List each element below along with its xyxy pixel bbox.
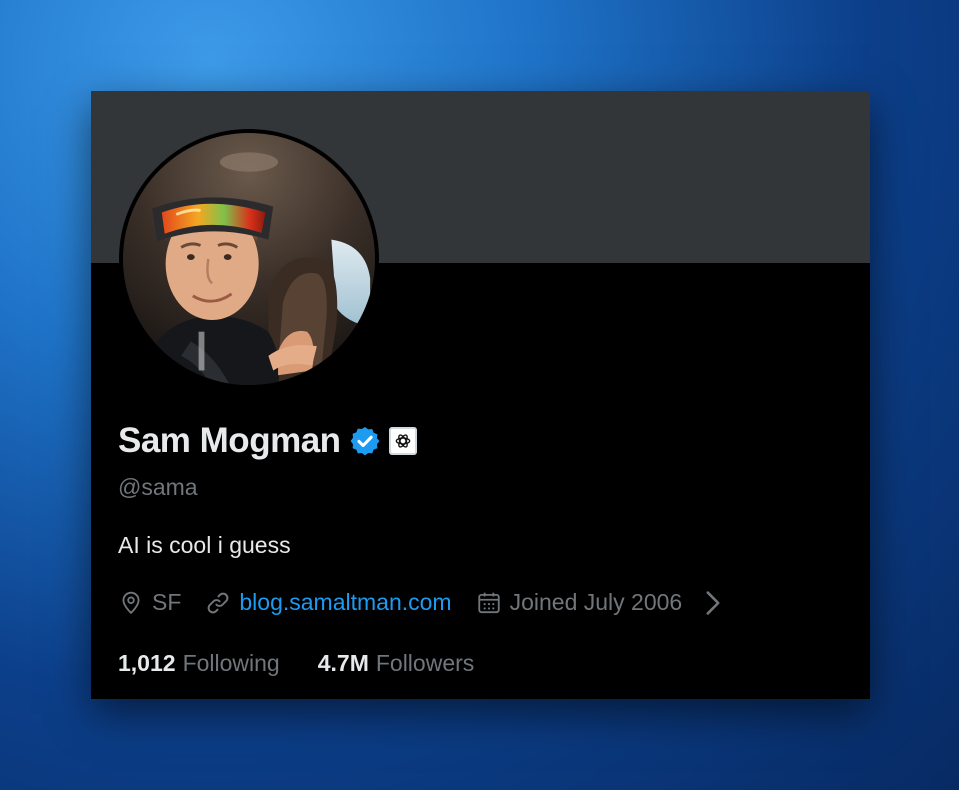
calendar-icon xyxy=(477,592,500,613)
bio: AI is cool i guess xyxy=(118,532,291,558)
openai-logo-icon[interactable] xyxy=(388,427,417,455)
joined-item: Joined July 2006 xyxy=(476,589,727,616)
verified-badge-icon[interactable] xyxy=(349,425,381,457)
avatar[interactable] xyxy=(119,129,379,389)
avatar-image xyxy=(123,133,375,385)
following-count: 1,012 xyxy=(118,650,176,676)
follow-stats: 1,012 Following 4.7M Followers xyxy=(118,650,512,677)
link-icon xyxy=(208,592,229,613)
profile-card: Sam Mogman @sama AI is cool i guess SF b… xyxy=(91,91,870,699)
location-pin-icon xyxy=(122,591,140,614)
following-stat[interactable]: 1,012 Following xyxy=(118,650,280,677)
username: @sama xyxy=(118,474,198,500)
website-item[interactable]: blog.samaltman.com xyxy=(205,589,452,616)
location-text: SF xyxy=(152,589,182,615)
chevron-right-icon[interactable] xyxy=(700,590,726,616)
joined-date: Joined July 2006 xyxy=(509,589,683,615)
followers-stat[interactable]: 4.7M Followers xyxy=(318,650,475,677)
display-name: Sam Mogman xyxy=(118,421,341,460)
profile-meta: SF blog.samaltman.com Joined July 2006 xyxy=(118,589,726,616)
following-label: Following xyxy=(182,650,280,676)
location-item: SF xyxy=(118,589,181,616)
followers-count: 4.7M xyxy=(317,650,369,676)
followers-label: Followers xyxy=(375,650,475,676)
name-row: Sam Mogman xyxy=(118,421,417,461)
website-link[interactable]: blog.samaltman.com xyxy=(239,589,451,616)
